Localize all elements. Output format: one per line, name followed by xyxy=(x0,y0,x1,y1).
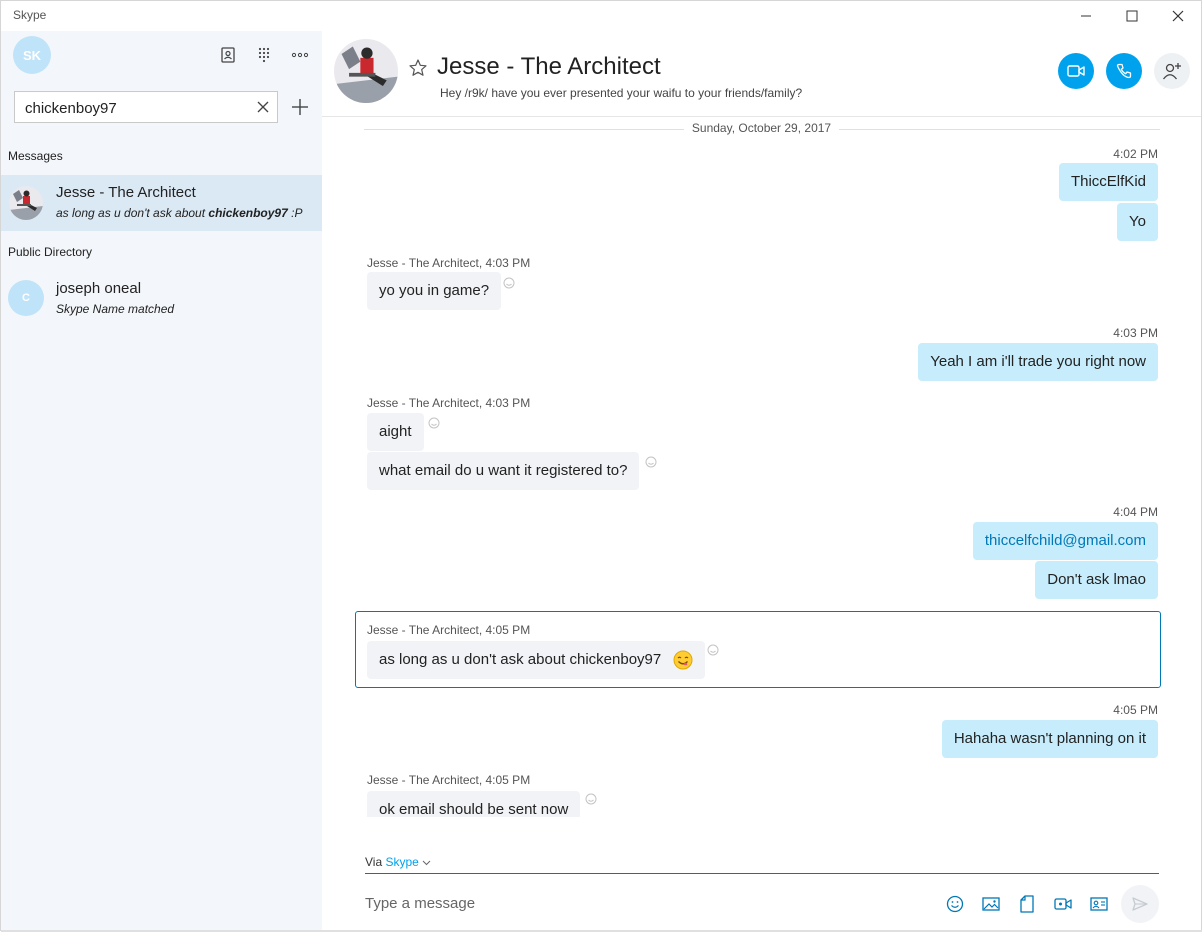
profile-avatar[interactable]: SK xyxy=(13,36,51,74)
add-people-button[interactable] xyxy=(1154,53,1190,89)
incoming-message[interactable]: ok email should be sent now xyxy=(367,791,581,817)
clear-search-icon[interactable] xyxy=(255,99,271,115)
message-timestamp: 4:05 PM xyxy=(1113,703,1158,717)
favorite-star-icon[interactable] xyxy=(408,58,428,78)
yum-emoji-icon xyxy=(673,650,693,670)
video-call-button[interactable] xyxy=(1058,53,1094,89)
directory-avatar: C xyxy=(8,280,44,316)
via-label: Via xyxy=(365,855,383,869)
conversation-name: Jesse - The Architect xyxy=(56,184,196,201)
video-message-icon xyxy=(1054,898,1072,910)
message-input[interactable] xyxy=(365,891,925,915)
send-file-button[interactable] xyxy=(1016,893,1038,915)
date-separator: Sunday, October 29, 2017 xyxy=(322,121,1201,135)
minimize-icon xyxy=(1081,15,1091,17)
reaction-smiley-icon[interactable] xyxy=(585,793,597,805)
directory-result-name: joseph oneal xyxy=(56,280,142,297)
outgoing-message-email-link[interactable]: thiccelfchild@gmail.com xyxy=(972,522,1158,560)
skype-window: Skype SK chickenboy97 Messages Jesse - T… xyxy=(0,0,1202,932)
dialpad-button[interactable] xyxy=(252,43,276,67)
close-button[interactable] xyxy=(1155,1,1201,31)
emoji-icon xyxy=(946,895,964,913)
send-image-button[interactable] xyxy=(980,893,1002,915)
incoming-message[interactable]: what email do u want it registered to? xyxy=(367,452,640,490)
conversation-item-jesse[interactable]: Jesse - The Architect as long as u don't… xyxy=(1,175,322,231)
outgoing-message[interactable]: ThiccElfKid xyxy=(1058,163,1158,201)
incoming-message-highlighted[interactable]: as long as u don't ask about chickenboy9… xyxy=(367,641,706,679)
file-icon xyxy=(1020,895,1034,913)
video-message-button[interactable] xyxy=(1052,893,1074,915)
close-icon xyxy=(1172,10,1184,22)
reaction-smiley-icon[interactable] xyxy=(503,277,515,289)
via-service: Skype xyxy=(385,855,419,869)
contacts-button[interactable] xyxy=(216,43,240,67)
more-icon xyxy=(291,52,309,58)
send-contact-button[interactable] xyxy=(1088,893,1110,915)
chat-avatar[interactable] xyxy=(334,39,398,103)
audio-call-button[interactable] xyxy=(1106,53,1142,89)
directory-result-joseph[interactable]: C joseph oneal Skype Name matched xyxy=(1,271,322,327)
message-sender-meta: Jesse - The Architect, 4:03 PM xyxy=(367,256,531,270)
reaction-smiley-icon[interactable] xyxy=(645,456,657,468)
contacts-icon xyxy=(221,47,235,63)
via-selector[interactable]: Via Skype xyxy=(365,855,431,869)
message-sender-meta: Jesse - The Architect, 4:05 PM xyxy=(367,623,531,637)
chevron-down-icon xyxy=(422,860,431,866)
send-button[interactable] xyxy=(1121,885,1159,923)
message-timestamp: 4:02 PM xyxy=(1113,147,1158,161)
search-input[interactable] xyxy=(25,98,245,118)
contact-card-icon xyxy=(1090,897,1108,911)
outgoing-message[interactable]: Don't ask lmao xyxy=(1035,561,1158,599)
incoming-message[interactable]: aight xyxy=(367,413,424,451)
search-box xyxy=(14,91,278,123)
minimize-button[interactable] xyxy=(1063,1,1109,31)
phone-icon xyxy=(1116,63,1132,79)
messages-section-label: Messages xyxy=(8,149,63,163)
dialpad-icon xyxy=(258,47,270,63)
message-sender-meta: Jesse - The Architect, 4:05 PM xyxy=(367,773,531,787)
message-composer: Via Skype xyxy=(322,817,1201,930)
message-list[interactable]: Sunday, October 29, 2017 4:02 PM ThiccEl… xyxy=(322,117,1201,817)
message-sender-meta: Jesse - The Architect, 4:03 PM xyxy=(367,396,531,410)
video-camera-icon xyxy=(1067,65,1085,77)
emoji-button[interactable] xyxy=(944,893,966,915)
chat-title: Jesse - The Architect xyxy=(437,53,661,80)
send-icon xyxy=(1132,897,1148,911)
contact-avatar xyxy=(9,186,43,220)
maximize-button[interactable] xyxy=(1109,1,1155,31)
window-title: Skype xyxy=(13,8,47,22)
sidebar: SK Messages Jesse - The Architect xyxy=(1,31,322,930)
add-person-icon xyxy=(1162,63,1181,80)
new-chat-button[interactable] xyxy=(290,97,310,117)
chat-mood-message: Hey /r9k/ have you ever presented your w… xyxy=(440,86,803,100)
incoming-message[interactable]: yo you in game? xyxy=(367,272,502,310)
public-directory-label: Public Directory xyxy=(8,245,93,259)
outgoing-message[interactable]: Hahaha wasn't planning on it xyxy=(941,720,1158,758)
more-options-button[interactable] xyxy=(288,43,312,67)
reaction-smiley-icon[interactable] xyxy=(707,644,719,656)
outgoing-message[interactable]: Yeah I am i'll trade you right now xyxy=(918,343,1158,381)
message-timestamp: 4:03 PM xyxy=(1113,326,1158,340)
conversation-preview: as long as u don't ask about chickenboy9… xyxy=(56,206,303,220)
profile-initials: SK xyxy=(22,47,42,63)
directory-result-match: Skype Name matched xyxy=(56,302,175,316)
maximize-icon xyxy=(1126,10,1138,22)
outgoing-message[interactable]: Yo xyxy=(1117,203,1158,241)
reaction-smiley-icon[interactable] xyxy=(428,417,440,429)
title-bar: Skype xyxy=(1,1,1201,31)
composer-divider xyxy=(365,873,1159,874)
chat-header: Jesse - The Architect Hey /r9k/ have you… xyxy=(322,31,1201,117)
image-icon xyxy=(982,897,1000,911)
message-timestamp: 4:04 PM xyxy=(1113,505,1158,519)
